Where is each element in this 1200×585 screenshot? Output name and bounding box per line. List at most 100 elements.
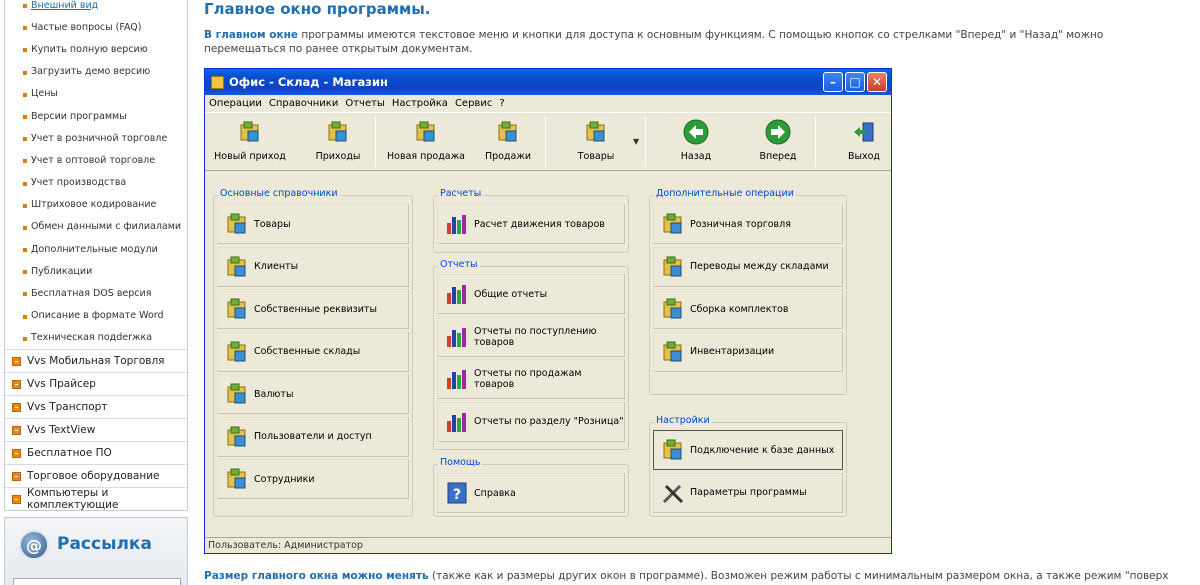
- help-icon: ?: [444, 480, 470, 506]
- menu-item[interactable]: Операции: [209, 98, 262, 109]
- expand-icon: [12, 403, 21, 412]
- sidebar-sub-item-label: Описание в формате Word: [31, 310, 164, 322]
- sidebar-sub-item[interactable]: Купить полную версию: [5, 38, 187, 60]
- back-arrow-icon: [683, 119, 709, 145]
- sidebar-sub-item[interactable]: Учет в оптовой торговле: [5, 149, 187, 171]
- group-button-reports-1[interactable]: Отчеты по поступлению товаров: [437, 316, 625, 357]
- menu-item[interactable]: ?: [499, 98, 504, 109]
- sidebar-main-item[interactable]: Vvs Мобильная Торговля: [5, 349, 187, 372]
- group-reports: Отчеты Общие отчеты Отчеты по поступлению …: [433, 259, 629, 450]
- minimize-icon[interactable]: –: [823, 72, 843, 92]
- menu-item[interactable]: Настройка: [392, 98, 448, 109]
- group-button-label: Инвентаризации: [690, 346, 775, 357]
- sidebar-sub-item[interactable]: Дополнительные модули: [5, 238, 187, 260]
- group-button-refs-3[interactable]: Собственные склады: [217, 331, 409, 372]
- group-button-help-0[interactable]: ? Справка: [437, 473, 625, 513]
- toolbar-button-new-receipt[interactable]: Новый приход: [210, 119, 290, 162]
- sidebar-sub-item-label: Бесплатная DOS версия: [31, 288, 152, 300]
- group-button-refs-2[interactable]: Собственные реквизиты: [217, 289, 409, 329]
- group-button-refs-5[interactable]: Пользователи и доступ: [217, 416, 409, 457]
- sidebar-main-item[interactable]: Vvs Прайсер: [5, 372, 187, 395]
- sidebar-sub-item[interactable]: Цены: [5, 83, 187, 105]
- sidebar-sub-item[interactable]: Публикации: [5, 260, 187, 282]
- sidebar-sub-item[interactable]: Описание в формате Word: [5, 305, 187, 327]
- group-button-extra-0[interactable]: Розничная торговля: [653, 204, 843, 244]
- sidebar-main-item-label: Vvs Транспорт: [27, 401, 108, 413]
- menu-item[interactable]: Справочники: [269, 98, 339, 109]
- sidebar-sub-item[interactable]: Версии программы: [5, 105, 187, 127]
- toolbar-button-exit[interactable]: Выход: [824, 119, 904, 162]
- clients-icon: [224, 254, 250, 280]
- bottom-text: (также как и размеры других окон в прогр…: [428, 570, 1169, 582]
- toolbar-button-label: Продажи: [484, 151, 532, 162]
- sidebar-sub-item-label: Внешний вид: [31, 0, 99, 11]
- sidebar-main-item[interactable]: Vvs Транспорт: [5, 395, 187, 418]
- group-button-refs-4[interactable]: Валюты: [217, 374, 409, 414]
- toolbar-button-sales[interactable]: Продажи: [468, 119, 548, 162]
- sidebar-sub-item[interactable]: Обмен данными с филиалами: [5, 216, 187, 238]
- assembly-icon: [660, 296, 686, 322]
- maximize-icon[interactable]: □: [845, 72, 865, 92]
- group-button-label: Параметры программы: [690, 487, 807, 498]
- mailing-title[interactable]: Рассылка: [57, 534, 152, 554]
- mailing-email-input[interactable]: [13, 578, 181, 585]
- toolbar-button-label: Приходы: [315, 151, 361, 162]
- sidebar-sub-item[interactable]: Бесплатная DOS версия: [5, 282, 187, 304]
- menu-item[interactable]: Отчеты: [345, 98, 384, 109]
- toolbar-button-back-arrow[interactable]: Назад: [656, 119, 736, 162]
- sidebar-sub-item[interactable]: Штриховое кодирование: [5, 194, 187, 216]
- group-button-label: Товары: [254, 218, 291, 230]
- sidebar-sub-item[interactable]: Техническая подderжка: [5, 327, 187, 349]
- sidebar-main-item-label: Компьютеры и комплектующие: [27, 487, 119, 511]
- sidebar-sub-item[interactable]: Частые вопросы (FAQ): [5, 16, 187, 38]
- bullet-icon: [23, 248, 27, 253]
- toolbar-button-label: Товары: [577, 151, 615, 162]
- intro-bold: В главном окне: [204, 29, 298, 41]
- inventory-icon: [660, 339, 686, 365]
- transfer-icon: [660, 254, 686, 280]
- sidebar-main-item[interactable]: Торговое оборудование: [5, 464, 187, 487]
- sidebar-sub-item[interactable]: Внешний вид: [5, 0, 187, 16]
- toolbar-button-label: Назад: [680, 151, 712, 162]
- sidebar-sub-item-label: Купить полную версию: [31, 43, 148, 55]
- group-button-reports-2[interactable]: Отчеты по продажам товаров: [437, 359, 625, 399]
- sidebar-sub-item[interactable]: Учет в розничной торговле: [5, 127, 187, 149]
- menu-item[interactable]: Сервис: [455, 98, 492, 109]
- group-button-calc-0[interactable]: Расчет движения товаров: [437, 204, 625, 244]
- report-sales-icon: [444, 366, 470, 392]
- report-income-icon: [444, 324, 470, 350]
- dropdown-arrow-icon[interactable]: ▼: [633, 137, 639, 146]
- svg-text:?: ?: [453, 487, 461, 503]
- sidebar-main-item[interactable]: Vvs TextView: [5, 418, 187, 441]
- employees-icon: [224, 466, 250, 492]
- toolbar-button-receipts[interactable]: Приходы: [298, 119, 378, 162]
- users-access-icon: [224, 424, 250, 450]
- toolbar-button-label: Выход: [847, 151, 881, 162]
- sidebar: Внешний вид Частые вопросы (FAQ) Купить по…: [4, 0, 188, 585]
- group-button-label: Сборка комплектов: [690, 303, 789, 315]
- sidebar-sub-item[interactable]: Загрузить демо версию: [5, 61, 187, 83]
- group-button-refs-1[interactable]: Клиенты: [217, 246, 409, 287]
- intro-paragraph: В главном окне программы имеются текстов…: [204, 28, 1188, 56]
- group-button-reports-3[interactable]: Отчеты по разделу "Розница": [437, 401, 625, 442]
- group-button-reports-0[interactable]: Общие отчеты: [437, 274, 625, 314]
- group-button-extra-1[interactable]: Переводы между складами: [653, 246, 843, 287]
- close-icon[interactable]: ✕: [867, 72, 887, 92]
- toolbar-button-forward-arrow[interactable]: Вперед: [738, 119, 818, 162]
- sidebar-main-item[interactable]: Бесплатное ПО: [5, 441, 187, 464]
- group-label: Расчеты: [438, 188, 484, 199]
- group-button-refs-6[interactable]: Сотрудники: [217, 459, 409, 499]
- group-button-refs-0[interactable]: Товары: [217, 204, 409, 244]
- sidebar-main-item[interactable]: Компьютеры и комплектующие: [5, 487, 187, 511]
- sidebar-sub-item-label: Учет производства: [31, 177, 127, 189]
- group-button-extra-3[interactable]: Инвентаризации: [653, 331, 843, 372]
- bullet-icon: [23, 137, 27, 142]
- sidebar-sub-item[interactable]: Учет производства: [5, 172, 187, 194]
- group-button-settings-1[interactable]: Параметры программы: [653, 472, 843, 513]
- toolbar-button-goods[interactable]: Товары: [556, 119, 636, 162]
- group-button-settings-0[interactable]: Подключение к базе данных: [653, 430, 843, 470]
- toolbar-button-new-sale[interactable]: Новая продажа: [386, 119, 466, 162]
- group-button-label: Расчет движения товаров: [474, 218, 605, 230]
- group-button-extra-2[interactable]: Сборка комплектов: [653, 289, 843, 329]
- bullet-icon: [23, 4, 27, 8]
